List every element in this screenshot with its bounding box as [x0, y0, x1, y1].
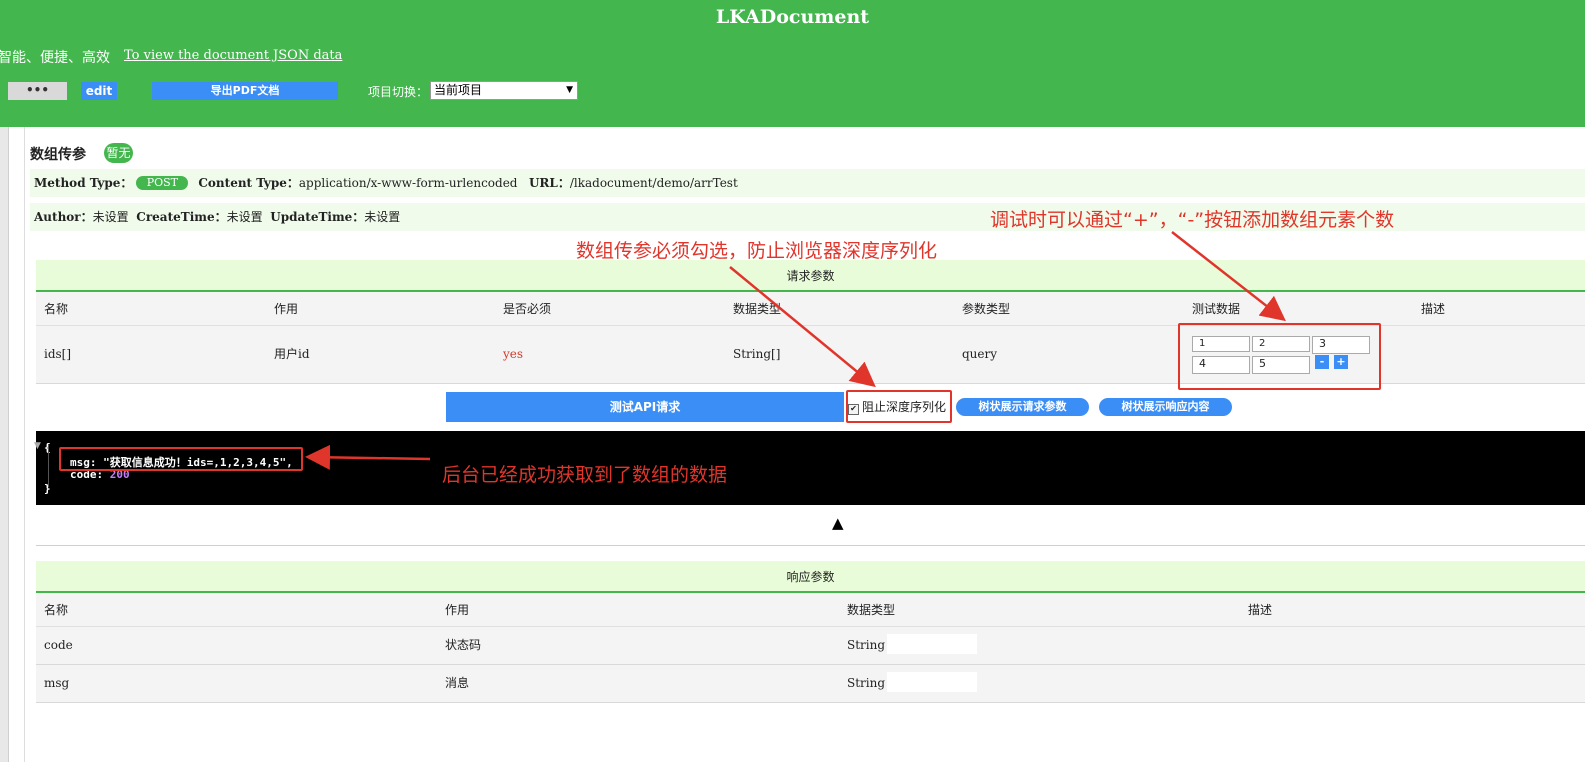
collapse-triangle-icon[interactable]: ▼: [34, 441, 41, 451]
annotation-result: 后台已经成功获取到了数组的数据: [442, 464, 728, 486]
request-params-title: 请求参数: [36, 260, 1585, 292]
resp-purpose: 消息: [445, 676, 470, 690]
resp-name: code: [44, 638, 73, 652]
create-time-value: 未设置: [226, 210, 263, 224]
description-cell: [887, 634, 977, 654]
param-name: ids[]: [44, 347, 72, 361]
param-purpose: 用户id: [274, 347, 310, 361]
content-type-value: application/x-www-form-urlencoded: [298, 176, 518, 190]
annotation-plus-minus: 调试时可以通过“+”，“-”按钮添加数组元素个数: [990, 209, 1395, 231]
project-select[interactable]: 当前项目 ▼: [430, 81, 578, 100]
project-switch-label: 项目切换：: [368, 85, 429, 99]
col-required: 是否必须: [503, 302, 552, 316]
table-row: msg 消息 String: [36, 665, 1585, 703]
param-required: yes: [503, 347, 524, 361]
col-data-type: 数据类型: [847, 603, 896, 617]
table-row: code 状态码 String: [36, 627, 1585, 665]
method-type-label: Method Type：: [34, 176, 133, 190]
test-api-button[interactable]: 测试API请求: [446, 392, 844, 422]
col-name: 名称: [44, 603, 69, 617]
author-value: 未设置: [92, 210, 129, 224]
resp-data-type: String: [847, 676, 886, 690]
col-name: 名称: [44, 302, 69, 316]
export-pdf-button[interactable]: 导出PDF文档: [152, 82, 338, 100]
highlight-checkbox-box: [846, 390, 952, 423]
sidebar-edge: [0, 127, 9, 762]
resp-purpose: 状态码: [445, 638, 482, 652]
response-params-title: 响应参数: [36, 561, 1585, 593]
param-data-type: String[]: [733, 347, 781, 361]
col-description: 描述: [1421, 302, 1446, 316]
tagline: 智能、便捷、高效: [0, 50, 110, 66]
create-time-label: CreateTime：: [136, 210, 227, 224]
highlight-result-box: [59, 447, 303, 471]
col-purpose: 作用: [274, 302, 299, 316]
annotation-checkbox: 数组传参必须勾选，防止浏览器深度序列化: [576, 240, 938, 262]
response-params-header: 名称 作用 数据类型 描述: [36, 593, 1585, 627]
col-description: 描述: [1248, 603, 1273, 617]
section-divider: [36, 545, 1585, 546]
content-divider: [24, 127, 25, 762]
collapse-up-icon[interactable]: ▲: [832, 514, 844, 532]
highlight-test-data-box: [1178, 323, 1381, 390]
dropdown-arrow-icon: ▼: [566, 85, 573, 95]
status-badge: 暂无: [104, 143, 133, 163]
description-cell: [887, 672, 977, 692]
url-label: URL：: [528, 176, 570, 190]
author-label: Author：: [34, 210, 93, 224]
param-type: query: [962, 347, 998, 361]
col-param-type: 参数类型: [962, 302, 1011, 316]
json-guide-line: [48, 445, 49, 487]
url-value: /lkadocument/demo/arrTest: [569, 176, 738, 190]
project-select-value: 当前项目: [434, 83, 483, 97]
more-button[interactable]: •••: [8, 82, 67, 100]
edit-button[interactable]: edit: [81, 82, 117, 100]
api-name: 数组传参: [30, 147, 86, 163]
update-time-value: 未设置: [364, 210, 401, 224]
col-test-data: 测试数据: [1192, 302, 1241, 316]
tree-request-button[interactable]: 树状展示请求参数: [956, 398, 1089, 416]
app-title: LKADocument: [715, 6, 870, 28]
request-params-header: 名称 作用 是否必须 数据类型 参数类型 测试数据 描述: [36, 292, 1585, 326]
resp-data-type: String: [847, 638, 886, 652]
resp-name: msg: [44, 676, 70, 690]
update-time-label: UpdateTime：: [270, 210, 365, 224]
col-purpose: 作用: [445, 603, 470, 617]
col-data-type: 数据类型: [733, 302, 782, 316]
method-badge: POST: [136, 176, 189, 190]
content-type-label: Content Type：: [198, 176, 299, 190]
method-info-row: Method Type： POST Content Type：application…: [30, 169, 1585, 197]
tree-response-button[interactable]: 树状展示响应内容: [1099, 398, 1232, 416]
view-json-link[interactable]: To view the document JSON data: [124, 48, 342, 63]
